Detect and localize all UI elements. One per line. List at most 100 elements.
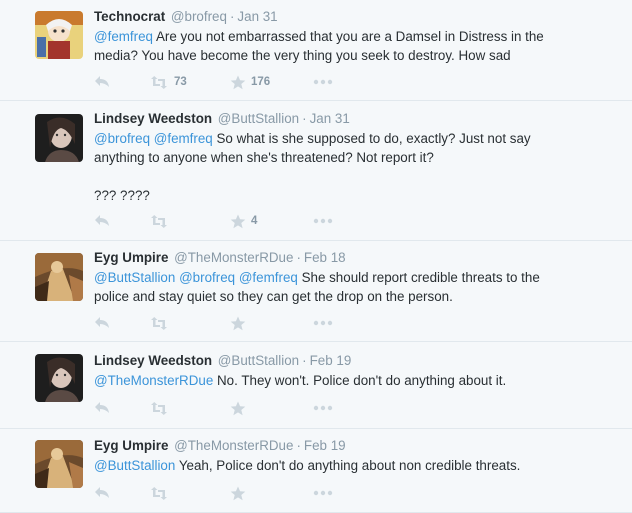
tweet-text-line: ??? ???? <box>94 186 612 205</box>
woman-portrait-avatar[interactable] <box>35 354 83 402</box>
more-button[interactable] <box>313 484 333 502</box>
tweet-timestamp[interactable]: Feb 19 <box>310 353 352 368</box>
tweet-text-line: @ButtStallion Yeah, Police don't do anyt… <box>94 456 612 475</box>
tweet-card[interactable]: Eyg Umpire @TheMonsterRDue · Feb 19 @ButtSt… <box>0 429 632 513</box>
more-dots-icon <box>313 79 333 85</box>
author-screenname[interactable]: @TheMonsterRDue <box>174 250 293 265</box>
favorite-button[interactable] <box>230 314 251 332</box>
mention-link[interactable]: @femfreq <box>94 29 153 44</box>
mention-link[interactable]: @ButtStallion <box>94 458 175 473</box>
retweet-icon <box>149 214 169 228</box>
more-button[interactable] <box>313 212 333 230</box>
retweet-icon <box>149 75 169 89</box>
tweet-timestamp[interactable]: Feb 19 <box>304 438 346 453</box>
tweet-content: Eyg Umpire @TheMonsterRDue · Feb 19 @ButtSt… <box>94 437 612 475</box>
tweet-text: @ButtStallion Yeah, Police don't do anyt… <box>94 456 612 475</box>
more-dots-icon <box>313 490 333 496</box>
reply-icon <box>94 486 110 500</box>
tweet-text-segment: She should report credible threats to th… <box>297 270 540 285</box>
favorite-button[interactable] <box>230 484 251 502</box>
retweet-icon <box>149 316 169 330</box>
tweet-text-segment: Yeah, Police don't do anything about non… <box>175 458 521 473</box>
star-icon <box>230 316 246 331</box>
mention-link[interactable]: @brofreq <box>94 131 150 146</box>
reply-button[interactable] <box>94 212 110 230</box>
mention-link[interactable]: @ButtStallion <box>94 270 175 285</box>
tweet-card[interactable]: Technocrat @brofreq · Jan 31 @femfreq Are y… <box>0 0 632 101</box>
more-dots-icon <box>313 320 333 326</box>
reply-button[interactable] <box>94 399 110 417</box>
mention-link[interactable]: @femfreq <box>154 131 213 146</box>
tweet-content: Technocrat @brofreq · Jan 31 @femfreq Are y… <box>94 8 612 65</box>
tweet-text-segment: No. They won't. Police don't do anything… <box>213 373 507 388</box>
author-screenname[interactable]: @brofreq <box>171 9 227 24</box>
tweet-text-segment: ??? ???? <box>94 188 150 203</box>
woman-portrait-avatar[interactable] <box>35 114 83 162</box>
star-icon <box>230 401 246 416</box>
reply-button[interactable] <box>94 73 110 91</box>
retweet-button[interactable] <box>149 399 174 417</box>
author-fullname[interactable]: Lindsey Weedston <box>94 111 212 126</box>
tweet-timestamp[interactable]: Jan 31 <box>237 9 277 24</box>
more-dots-icon <box>313 218 333 224</box>
reply-icon <box>94 316 110 330</box>
more-button[interactable] <box>313 399 333 417</box>
author-screenname[interactable]: @TheMonsterRDue <box>174 438 293 453</box>
tweet-card[interactable]: Eyg Umpire @TheMonsterRDue · Feb 18 @ButtSt… <box>0 241 632 342</box>
author-fullname[interactable]: Eyg Umpire <box>94 438 168 453</box>
separator-dot: · <box>302 353 307 368</box>
tweet-text: @brofreq @femfreq So what is she suppose… <box>94 129 612 205</box>
reply-button[interactable] <box>94 484 110 502</box>
tweet-text-segment: Are you not embarrassed that you are a D… <box>153 29 544 44</box>
favorite-button[interactable]: 4 <box>230 212 257 230</box>
tweet-timestamp[interactable]: Jan 31 <box>310 111 350 126</box>
separator-dot: · <box>302 111 307 126</box>
reply-icon <box>94 214 110 228</box>
star-icon <box>230 486 246 501</box>
retweet-button[interactable] <box>149 314 174 332</box>
painting-avatar[interactable] <box>35 440 83 488</box>
favorite-count: 4 <box>251 215 258 227</box>
mention-link[interactable]: @TheMonsterRDue <box>94 373 213 388</box>
tweet-text-segment: police and stay quiet so they can get th… <box>94 289 453 304</box>
retweet-button[interactable] <box>149 484 174 502</box>
reply-button[interactable] <box>94 314 110 332</box>
tweet-text-line: @brofreq @femfreq So what is she suppose… <box>94 129 612 148</box>
tweet-header: Lindsey Weedston @ButtStallion · Jan 31 <box>94 110 612 128</box>
more-button[interactable] <box>313 73 333 91</box>
retweet-button[interactable] <box>149 212 174 230</box>
tweet-card[interactable]: Lindsey Weedston @ButtStallion · Feb 19 @Th… <box>0 342 632 429</box>
favorite-button[interactable] <box>230 399 251 417</box>
author-fullname[interactable]: Eyg Umpire <box>94 250 168 265</box>
tweet-text-line <box>94 167 612 186</box>
author-fullname[interactable]: Technocrat <box>94 9 165 24</box>
tweet-text-segment: So what is she supposed to do, exactly? … <box>212 131 531 146</box>
more-dots-icon <box>313 405 333 411</box>
tweet-text-line: @ButtStallion @brofreq @femfreq She shou… <box>94 268 612 287</box>
more-button[interactable] <box>313 314 333 332</box>
separator-dot: · <box>229 9 235 24</box>
author-fullname[interactable]: Lindsey Weedston <box>94 353 212 368</box>
tweet-timestamp[interactable]: Feb 18 <box>304 250 346 265</box>
tweet-text-segment: anything to anyone when she's threatened… <box>94 150 434 165</box>
tweet-text: @femfreq Are you not embarrassed that yo… <box>94 27 612 65</box>
author-screenname[interactable]: @ButtStallion <box>218 353 299 368</box>
favorite-count: 176 <box>251 76 271 88</box>
reply-icon <box>94 75 110 89</box>
tweet-header: Eyg Umpire @TheMonsterRDue · Feb 18 <box>94 249 612 267</box>
star-icon <box>230 75 246 90</box>
mention-link[interactable]: @brofreq <box>179 270 235 285</box>
favorite-button[interactable]: 176 <box>230 73 270 91</box>
tweet-card[interactable]: Lindsey Weedston @ButtStallion · Jan 31 @br… <box>0 101 632 241</box>
mention-link[interactable]: @femfreq <box>239 270 298 285</box>
tweet-text-segment: media? You have become the very thing yo… <box>94 48 511 63</box>
painting-avatar[interactable] <box>35 253 83 301</box>
retweet-count: 73 <box>174 76 187 88</box>
retweet-button[interactable]: 73 <box>149 73 187 91</box>
author-screenname[interactable]: @ButtStallion <box>218 111 299 126</box>
tweet-text: @TheMonsterRDue No. They won't. Police d… <box>94 371 612 390</box>
anime-character-avatar[interactable] <box>35 11 83 59</box>
tweet-content: Lindsey Weedston @ButtStallion · Feb 19 @Th… <box>94 352 612 390</box>
tweet-content: Lindsey Weedston @ButtStallion · Jan 31 @br… <box>94 110 612 205</box>
tweet-text-line: anything to anyone when she's threatened… <box>94 148 612 167</box>
